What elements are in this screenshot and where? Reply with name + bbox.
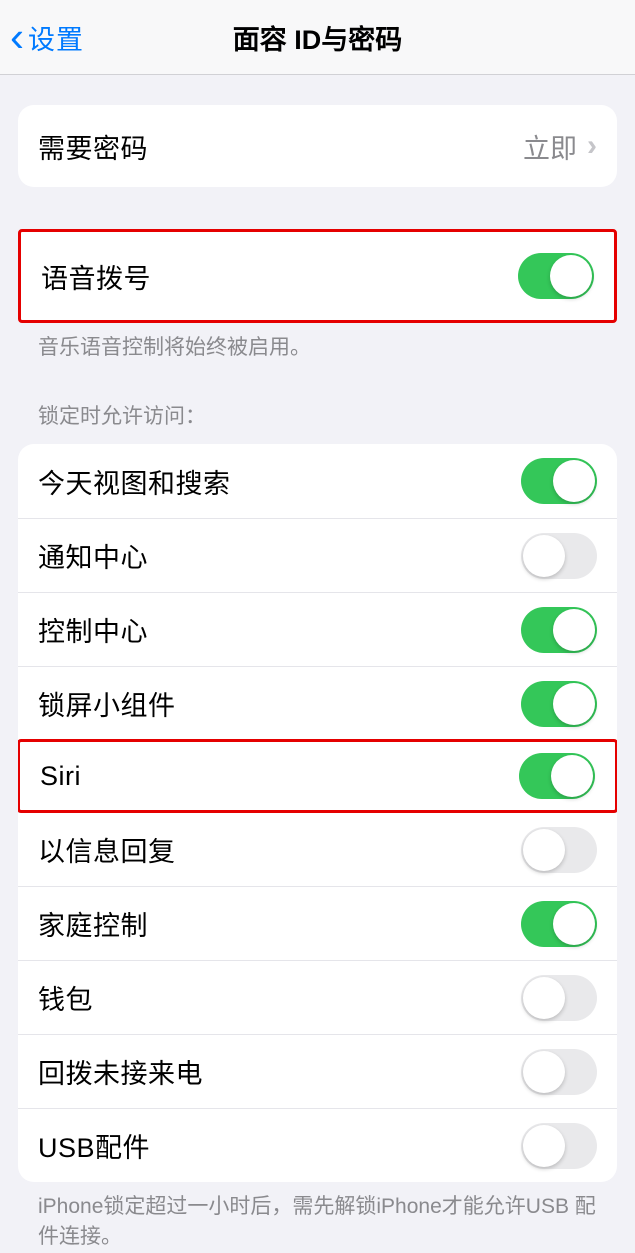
row-voice-dial: 语音拨号 (21, 232, 614, 320)
row-label: 语音拨号 (41, 257, 518, 296)
toggle-knob (553, 683, 595, 725)
toggle-voice-dial[interactable] (518, 253, 594, 299)
row-label: Siri (40, 761, 519, 792)
row-label: 家庭控制 (38, 904, 521, 943)
back-button[interactable]: ‹ 设置 (0, 16, 84, 58)
row-label: 控制中心 (38, 610, 521, 649)
row-label: 今天视图和搜索 (38, 462, 521, 501)
row-locked-7: 钱包 (18, 960, 617, 1034)
row-label: 钱包 (38, 978, 521, 1017)
row-label: 通知中心 (38, 536, 521, 575)
row-locked-3: 锁屏小组件 (18, 666, 617, 740)
row-label: USB配件 (38, 1126, 521, 1165)
chevron-right-icon: › (587, 129, 597, 163)
toggle-knob (553, 609, 595, 651)
chevron-left-icon: ‹ (10, 16, 24, 58)
row-locked-2: 控制中心 (18, 592, 617, 666)
toggle-knob (553, 903, 595, 945)
toggle-locked-4[interactable] (519, 753, 595, 799)
group-locked-access: 今天视图和搜索通知中心控制中心锁屏小组件 Siri 以信息回复家庭控制钱包回拨未接来… (18, 444, 617, 1182)
header-locked-access: 锁定时允许访问： (0, 376, 635, 436)
row-locked-4: Siri (18, 739, 617, 813)
toggle-locked-6[interactable] (521, 901, 597, 947)
footer-locked-access: iPhone锁定超过一小时后，需先解锁iPhone才能允许USB 配件连接。 (0, 1182, 635, 1251)
toggle-locked-9[interactable] (521, 1123, 597, 1169)
toggle-knob (551, 755, 593, 797)
row-locked-0: 今天视图和搜索 (18, 444, 617, 518)
page-title: 面容 ID与密码 (0, 18, 635, 57)
toggle-knob (523, 1125, 565, 1167)
row-require-passcode[interactable]: 需要密码 立即 › (18, 105, 617, 187)
toggle-locked-8[interactable] (521, 1049, 597, 1095)
row-locked-6: 家庭控制 (18, 886, 617, 960)
row-locked-9: USB配件 (18, 1108, 617, 1182)
back-label: 设置 (28, 18, 84, 57)
toggle-locked-5[interactable] (521, 827, 597, 873)
group-passcode: 需要密码 立即 › (18, 105, 617, 187)
toggle-knob (523, 1051, 565, 1093)
footer-voice-dial: 音乐语音控制将始终被启用。 (0, 323, 635, 362)
toggle-knob (553, 460, 595, 502)
row-label: 锁屏小组件 (38, 684, 521, 723)
nav-bar: ‹ 设置 面容 ID与密码 (0, 0, 635, 75)
row-locked-8: 回拨未接来电 (18, 1034, 617, 1108)
toggle-knob (523, 535, 565, 577)
toggle-knob (523, 977, 565, 1019)
row-locked-1: 通知中心 (18, 518, 617, 592)
group-voice-dial: 语音拨号 (18, 229, 617, 323)
toggle-locked-0[interactable] (521, 458, 597, 504)
content: 需要密码 立即 › 语音拨号 音乐语音控制将始终被启用。 锁定时允许访问： 今天… (0, 105, 635, 1251)
row-label: 需要密码 (38, 127, 523, 166)
toggle-knob (550, 255, 592, 297)
toggle-locked-7[interactable] (521, 975, 597, 1021)
row-label: 回拨未接来电 (38, 1052, 521, 1091)
toggle-locked-2[interactable] (521, 607, 597, 653)
toggle-locked-3[interactable] (521, 681, 597, 727)
row-locked-5: 以信息回复 (18, 812, 617, 886)
row-value: 立即 (523, 127, 577, 166)
row-label: 以信息回复 (38, 830, 521, 869)
toggle-knob (523, 829, 565, 871)
toggle-locked-1[interactable] (521, 533, 597, 579)
